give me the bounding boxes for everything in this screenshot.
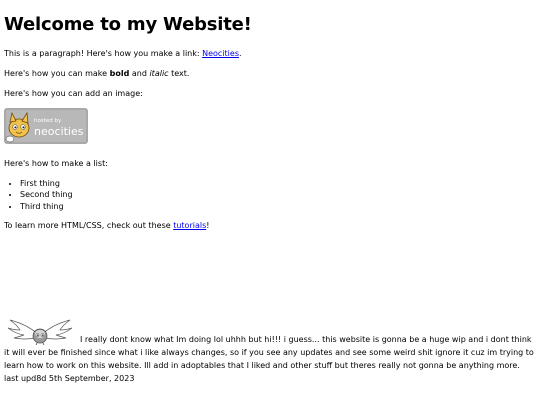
hosted-by-neocities-badge: hosted by neocities — [4, 107, 536, 144]
learn-paragraph: To learn more HTML/CSS, check out these … — [4, 220, 536, 232]
learn-text: To learn more HTML/CSS, check out these — [4, 221, 174, 231]
list-item: First thing — [20, 178, 536, 190]
list-item: Third thing — [20, 201, 536, 213]
neocities-badge-image: hosted by neocities — [4, 107, 88, 144]
image-intro: Here's how you can add an image: — [4, 88, 143, 98]
bold-text: bold — [109, 68, 130, 78]
bottom-section: I really dont know what Im doing lol uhh… — [4, 318, 536, 386]
format-text: Here's how you can make — [4, 68, 110, 78]
winged-creature-icon — [7, 319, 73, 346]
badge-line2: neocities — [34, 125, 84, 138]
tutorials-link[interactable]: tutorials — [173, 221, 206, 230]
list-intro: Here's how to make a list: — [4, 158, 108, 168]
bottom-text: I really dont know what Im doing lol uhh… — [4, 334, 534, 384]
italic-text: italic — [149, 68, 169, 78]
list-item: Second thing — [20, 189, 536, 201]
page-content: Welcome to my Website! This is a paragra… — [0, 0, 540, 232]
bottom-paragraph: I really dont know what Im doing lol uhh… — [4, 318, 536, 386]
format-suffix: text. — [168, 68, 190, 78]
page-title: Welcome to my Website! — [4, 14, 252, 35]
intro-text: This is a paragraph! Here's how you make… — [4, 48, 203, 58]
neocities-link[interactable]: Neocities — [202, 49, 239, 58]
learn-suffix: ! — [206, 221, 210, 231]
format-middle: and — [129, 68, 150, 78]
badge-line1: hosted by — [34, 118, 62, 124]
format-paragraph: Here's how you can make bold and italic … — [4, 68, 536, 80]
intro-suffix: . — [239, 48, 242, 58]
intro-paragraph: This is a paragraph! Here's how you make… — [4, 48, 536, 60]
example-list: First thing Second thing Third thing — [4, 178, 536, 213]
